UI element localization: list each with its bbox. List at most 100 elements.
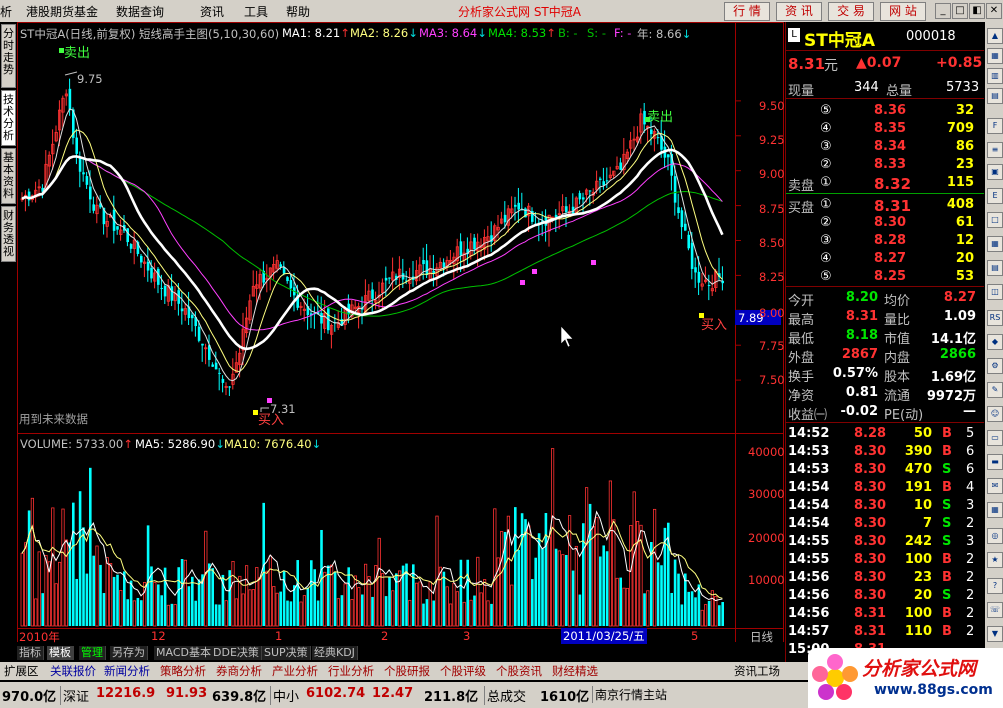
- tab-financials[interactable]: 财务透视: [1, 206, 16, 262]
- fb-related[interactable]: 关联报价: [48, 663, 98, 679]
- fb-expand[interactable]: 扩展区: [2, 663, 41, 679]
- date-tick: 1: [275, 629, 283, 643]
- volume-bar: [58, 561, 62, 627]
- info-button[interactable]: 资 讯: [776, 2, 822, 21]
- tools-icon[interactable]: ✎: [987, 382, 1003, 398]
- period-label[interactable]: 日线: [750, 629, 773, 645]
- volume-bar: [687, 591, 690, 626]
- bid-row[interactable]: ④ 8.27 20: [786, 250, 984, 268]
- globe-icon[interactable]: ◎: [987, 528, 1003, 544]
- fb-news[interactable]: 新闻分析: [102, 663, 152, 679]
- bid-row[interactable]: 买盘 ① 8.31 408: [786, 196, 984, 216]
- candle-body: [160, 287, 163, 289]
- volume-bar: [571, 570, 575, 626]
- tab-macd[interactable]: MACD基本: [154, 646, 214, 660]
- phone-icon[interactable]: ☏: [987, 602, 1003, 618]
- bars-icon[interactable]: ▦: [987, 236, 1003, 252]
- minimize-icon[interactable]: _: [935, 3, 951, 19]
- rss-icon[interactable]: RS: [987, 310, 1003, 326]
- status-server[interactable]: 南京行情主站: [592, 686, 667, 703]
- layout-icon[interactable]: ▣: [987, 164, 1003, 180]
- tab-intraday[interactable]: 分时走势: [1, 24, 16, 88]
- person-icon[interactable]: ☺: [987, 406, 1003, 422]
- candle-body: [650, 129, 653, 135]
- ma2-legend: MA2: 8.26↓: [350, 26, 418, 40]
- volume-bar: [591, 526, 596, 627]
- tab-manage[interactable]: 管理: [79, 646, 106, 660]
- volume-bar: [534, 557, 537, 626]
- help-icon[interactable]: ?: [987, 578, 1003, 594]
- fb-info-workshop[interactable]: 资讯工场: [732, 663, 782, 679]
- fb-research[interactable]: 个股研报: [382, 663, 432, 679]
- stat-value: 8.31: [845, 309, 878, 324]
- window-icon[interactable]: □: [987, 212, 1003, 228]
- stat-value: 8.27: [943, 290, 976, 305]
- tab-indicator[interactable]: 指标: [17, 646, 44, 660]
- tab-fundamentals[interactable]: 基本资料: [1, 148, 16, 204]
- volume-bar: [684, 573, 687, 626]
- menu-item-help[interactable]: 帮助: [286, 3, 310, 20]
- doc-icon[interactable]: ▤: [987, 88, 1003, 104]
- tick-row: 14:54 8.30 191 B 4: [786, 479, 984, 497]
- tab-template[interactable]: 模板: [47, 646, 74, 660]
- menu-item-news[interactable]: 资讯: [200, 3, 224, 20]
- tab-technical[interactable]: 技术分析: [1, 90, 16, 146]
- volume-bar: [602, 545, 605, 626]
- ask-row[interactable]: 卖盘 ① 8.32 115: [786, 174, 984, 194]
- website-button[interactable]: 网 站: [880, 2, 926, 21]
- fb-strategy[interactable]: 策略分析: [158, 663, 208, 679]
- ask-row[interactable]: ⑤ 8.36 32: [786, 102, 984, 120]
- fb-stock-news[interactable]: 个股资讯: [494, 663, 544, 679]
- fb-industry-chain[interactable]: 产业分析: [270, 663, 320, 679]
- volume-bar: [547, 536, 551, 627]
- tick-count: 2: [966, 516, 975, 531]
- lock-icon[interactable]: ◆: [987, 334, 1003, 350]
- mail-icon[interactable]: ✉: [987, 478, 1003, 494]
- list-icon[interactable]: ≡: [987, 142, 1003, 158]
- menu-item-analysis[interactable]: 析: [0, 3, 12, 20]
- star-icon[interactable]: ★: [987, 552, 1003, 568]
- scroll-down-icon[interactable]: ▼: [987, 626, 1003, 642]
- ask-row[interactable]: ④ 8.35 709: [786, 120, 984, 138]
- tab-sup[interactable]: SUP决策: [262, 646, 311, 660]
- restore-icon[interactable]: ◧: [969, 3, 985, 19]
- print-icon[interactable]: ▬: [987, 454, 1003, 470]
- grid-icon[interactable]: ▦: [987, 48, 1003, 64]
- calendar-icon[interactable]: ▦: [987, 502, 1003, 518]
- tick-price: 8.31: [854, 624, 887, 639]
- news-icon[interactable]: E: [987, 188, 1003, 204]
- volume-bar: [85, 573, 89, 626]
- maximize-icon[interactable]: □: [952, 3, 968, 19]
- scroll-up-icon[interactable]: ▲: [987, 28, 1003, 44]
- fb-rating[interactable]: 个股评级: [438, 663, 488, 679]
- map-icon[interactable]: ◫: [987, 284, 1003, 300]
- menu-item-hk-futures[interactable]: 港股期货基金: [26, 3, 98, 20]
- menu-item-tools[interactable]: 工具: [244, 3, 268, 20]
- chart-icon[interactable]: ▥: [987, 68, 1003, 84]
- trade-button[interactable]: 交 易: [828, 2, 874, 21]
- table-icon[interactable]: ▤: [987, 260, 1003, 276]
- volume-bar: [490, 603, 493, 626]
- tab-save-as[interactable]: 另存为: [110, 646, 148, 660]
- close-icon[interactable]: ✕: [986, 3, 1002, 19]
- fb-broker[interactable]: 券商分析: [214, 663, 264, 679]
- bid-row[interactable]: ③ 8.28 12: [786, 232, 984, 250]
- volume-bar: [92, 555, 95, 626]
- volume-bar: [629, 525, 633, 627]
- tab-kdj[interactable]: 经典KDJ: [312, 646, 358, 660]
- stat-row: 净资 0.81 流通 9972万: [786, 384, 984, 404]
- kline-chart[interactable]: ST中冠A(日线,前复权) 短线高手主图(5,10,30,60) MA1: 8.…: [17, 22, 785, 645]
- menu-item-data-query[interactable]: 数据查询: [116, 3, 164, 20]
- quote-button[interactable]: 行 情: [724, 2, 770, 21]
- settings-icon[interactable]: ⚙: [987, 358, 1003, 374]
- ask-row[interactable]: ② 8.33 23: [786, 156, 984, 174]
- bid-row[interactable]: ⑤ 8.25 53: [786, 268, 984, 286]
- tick-time: 14:53: [788, 462, 830, 477]
- fb-selected[interactable]: 财经精选: [550, 663, 600, 679]
- folder-icon[interactable]: ▭: [987, 430, 1003, 446]
- fb-sector[interactable]: 行业分析: [326, 663, 376, 679]
- tab-dde[interactable]: DDE决策: [211, 646, 262, 660]
- bid-row[interactable]: ② 8.30 61: [786, 214, 984, 232]
- fina-icon[interactable]: F: [987, 118, 1003, 134]
- ask-row[interactable]: ③ 8.34 86: [786, 138, 984, 156]
